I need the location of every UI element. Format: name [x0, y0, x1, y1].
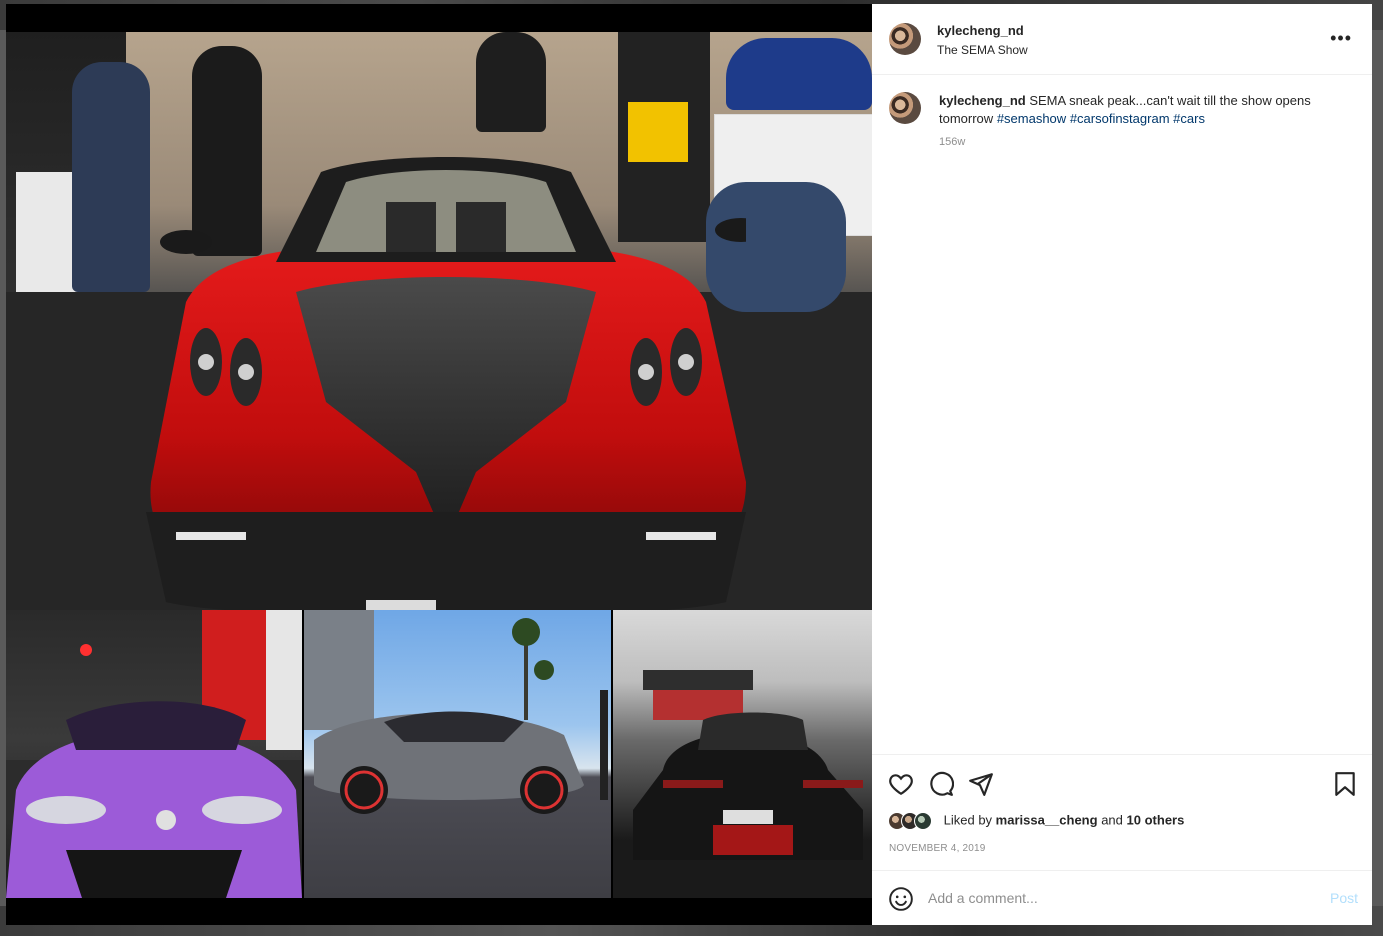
comment-input[interactable]: Add a comment...: [928, 890, 1038, 906]
person: [476, 32, 546, 132]
red-car-illustration: [146, 157, 746, 610]
heart-icon[interactable]: [888, 771, 914, 797]
hashtag-link[interactable]: #carsofinstagram: [1070, 111, 1170, 126]
liker-username[interactable]: marissa__cheng: [996, 812, 1098, 827]
share-icon[interactable]: [968, 771, 994, 797]
post-header: kylecheng_nd The SEMA Show •••: [872, 4, 1372, 75]
emoji-icon[interactable]: [888, 886, 914, 912]
caption-text: kylecheng_nd SEMA sneak peak...can't wai…: [939, 92, 1349, 128]
photo-black-camaro: [613, 610, 872, 898]
post-sidebar: kylecheng_nd The SEMA Show ••• kylecheng…: [872, 4, 1372, 925]
likes-others-link[interactable]: 10 others: [1127, 812, 1185, 827]
likes-summary: Liked by marissa__cheng and 10 others: [888, 812, 1184, 832]
post-date[interactable]: NOVEMBER 4, 2019: [889, 843, 986, 854]
likes-connector: and: [1101, 812, 1123, 828]
blue-car: [726, 38, 872, 110]
post-media[interactable]: [6, 4, 872, 925]
post-button[interactable]: Post: [1330, 890, 1358, 906]
liker-avatar: [914, 812, 932, 830]
action-bar: [872, 754, 1372, 796]
bookmark-icon[interactable]: [1332, 771, 1358, 797]
post-age[interactable]: 156w: [939, 136, 965, 148]
comment-box: Add a comment... Post: [872, 870, 1372, 926]
caption-username[interactable]: kylecheng_nd: [939, 93, 1026, 108]
hashtag-link[interactable]: #semashow: [997, 111, 1066, 126]
likes-prefix: Liked by: [943, 812, 993, 828]
photo-purple-supra: [6, 610, 302, 898]
header-location[interactable]: The SEMA Show: [937, 43, 1028, 57]
avatar[interactable]: [889, 92, 921, 124]
more-options-icon[interactable]: •••: [1330, 28, 1352, 49]
avatar[interactable]: [889, 23, 921, 55]
photo-grey-lamborghini: [304, 610, 611, 898]
photo-collage: [6, 32, 872, 898]
post-modal: kylecheng_nd The SEMA Show ••• kylecheng…: [6, 4, 1372, 925]
hashtag-link[interactable]: #cars: [1173, 111, 1205, 126]
photo-red-hypercar: [6, 32, 872, 610]
person: [72, 62, 150, 292]
header-username[interactable]: kylecheng_nd: [937, 23, 1024, 38]
comment-icon[interactable]: [928, 771, 954, 797]
